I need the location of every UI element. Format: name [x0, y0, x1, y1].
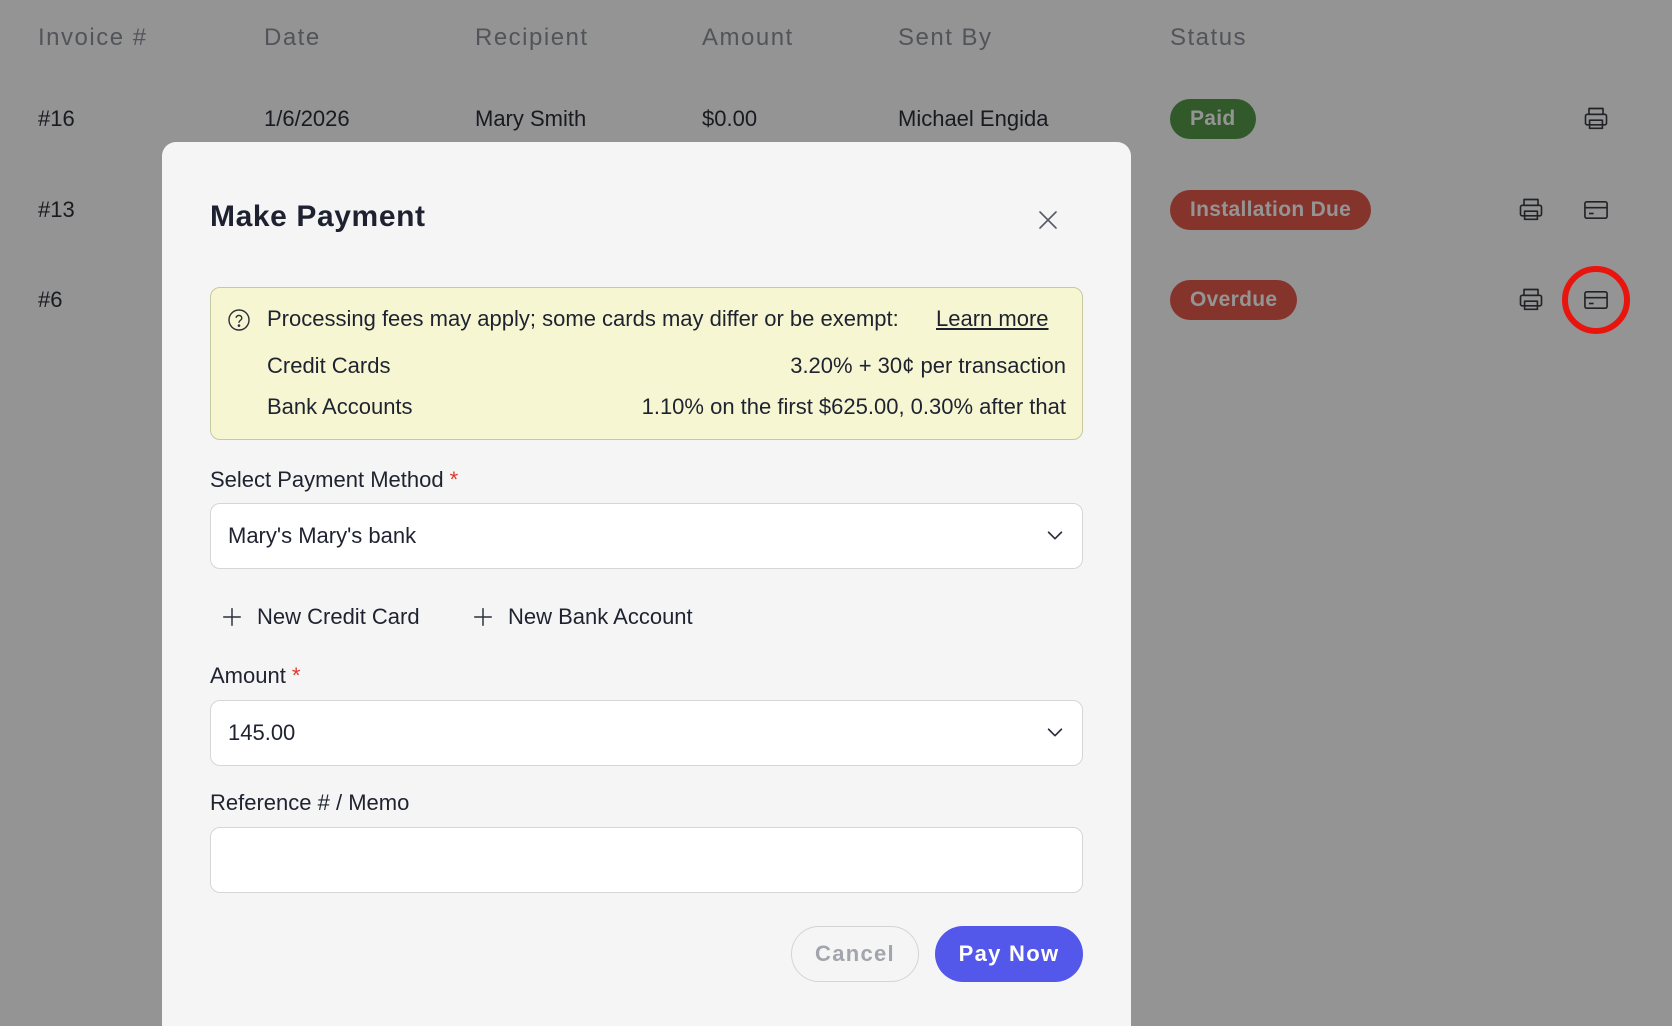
required-marker: * [449, 467, 459, 492]
payment-method-value: Mary's Mary's bank [228, 523, 417, 548]
chevron-down-icon [1047, 531, 1063, 540]
new-bank-account-label: New Bank Account [508, 604, 693, 629]
fee-label-bank-accounts: Bank Accounts [267, 394, 413, 419]
question-circle-icon [228, 309, 250, 331]
learn-more-link[interactable]: Learn more [936, 306, 1049, 332]
cancel-button[interactable]: Cancel [791, 926, 919, 982]
memo-label: Reference # / Memo [210, 790, 410, 815]
amount-label-text: Amount [210, 663, 286, 688]
new-credit-card-label: New Credit Card [257, 604, 420, 629]
new-bank-account-button[interactable]: New Bank Account [472, 597, 693, 637]
fee-notice: Processing fees may apply; some cards ma… [210, 287, 1083, 440]
amount-select[interactable]: 145.00 [210, 700, 1083, 766]
chevron-down-icon [1047, 728, 1063, 737]
highlight-ring [1562, 266, 1630, 334]
fee-label-credit-cards: Credit Cards [267, 353, 391, 378]
fee-rate-credit-cards: 3.20% + 30¢ per transaction [790, 353, 1066, 378]
plus-icon [474, 608, 492, 626]
make-payment-dialog: Make Payment Processing fees may apply; … [162, 142, 1131, 1026]
new-credit-card-button[interactable]: New Credit Card [221, 597, 420, 637]
fee-message: Processing fees may apply; some cards ma… [267, 306, 899, 331]
required-marker: * [291, 663, 301, 688]
payment-method-label-text: Select Payment Method [210, 467, 444, 492]
amount-value: 145.00 [228, 720, 296, 745]
fee-rate-bank-accounts: 1.10% on the first $625.00, 0.30% after … [641, 394, 1066, 419]
payment-method-label: Select Payment Method * [210, 467, 458, 493]
close-icon [1039, 211, 1057, 229]
amount-label: Amount * [210, 663, 300, 689]
dialog-title: Make Payment [210, 200, 426, 233]
plus-icon [223, 608, 241, 626]
pay-now-button[interactable]: Pay Now [935, 926, 1083, 982]
close-button[interactable] [1034, 206, 1062, 234]
memo-input[interactable] [210, 827, 1083, 893]
payment-method-select[interactable]: Mary's Mary's bank [210, 503, 1083, 569]
